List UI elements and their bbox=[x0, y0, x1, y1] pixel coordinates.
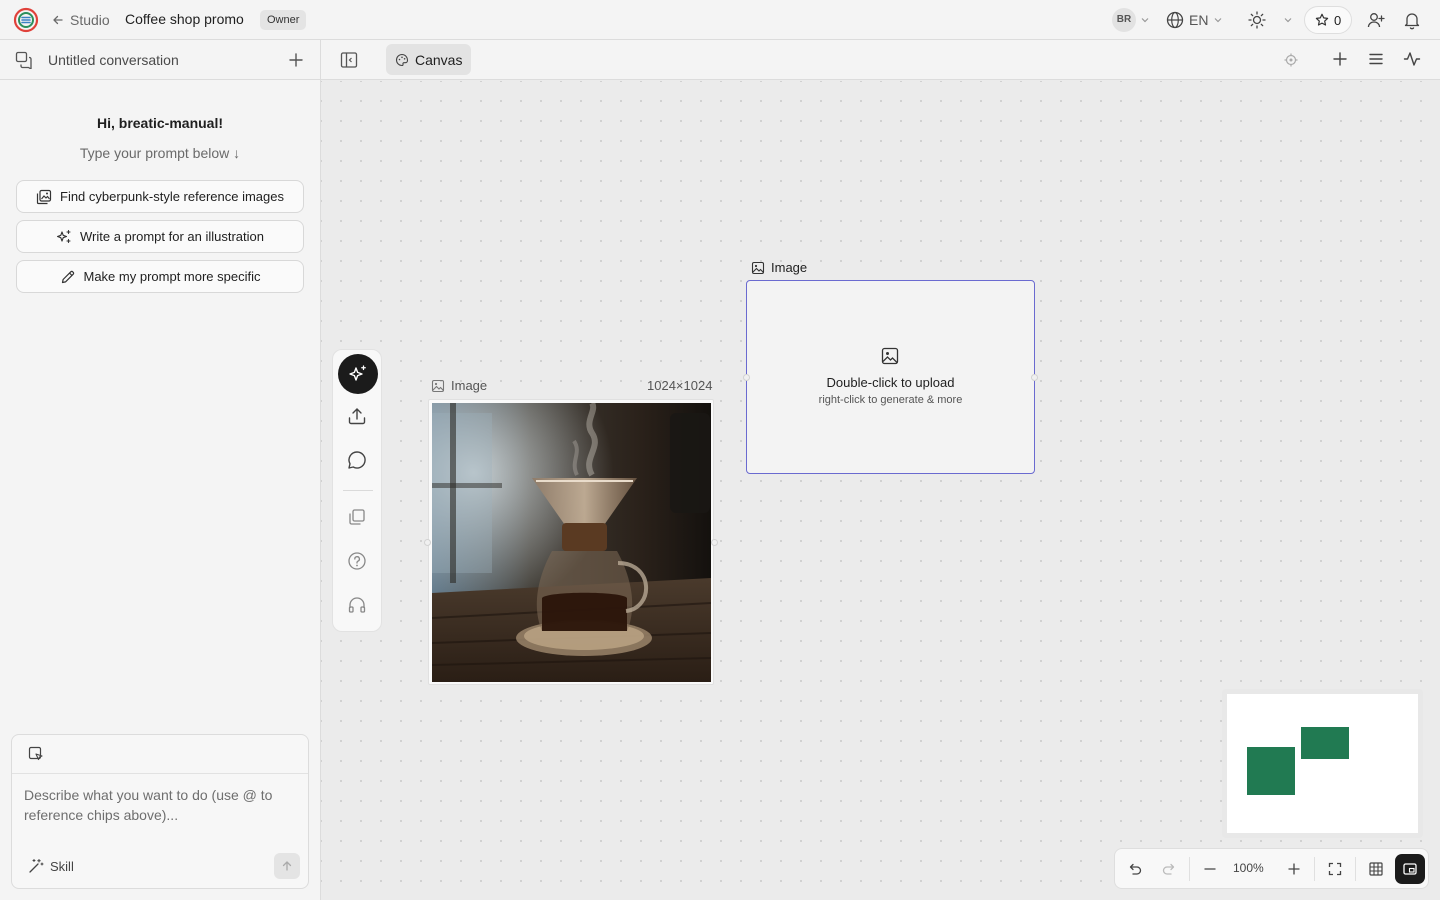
image-node[interactable] bbox=[428, 399, 714, 685]
zoom-out-icon[interactable] bbox=[1202, 861, 1218, 877]
image-dimensions: 1024×1024 bbox=[647, 378, 713, 393]
suggestion-button[interactable]: Make my prompt more specific bbox=[16, 260, 304, 293]
prompt-input[interactable]: Describe what you want to do (use @ to r… bbox=[24, 785, 294, 825]
conversation-title[interactable]: Untitled conversation bbox=[48, 52, 179, 68]
toolbar-divider bbox=[1314, 857, 1315, 881]
arrow-up-icon bbox=[281, 860, 293, 872]
fit-screen-icon[interactable] bbox=[1327, 861, 1343, 877]
tab-canvas[interactable]: Canvas bbox=[386, 44, 472, 75]
app-logo-icon[interactable] bbox=[12, 6, 40, 34]
minimap-node bbox=[1247, 747, 1295, 795]
avatar: BR bbox=[1112, 8, 1136, 32]
user-menu[interactable]: BR bbox=[1112, 8, 1150, 32]
undo-icon[interactable] bbox=[1127, 861, 1143, 877]
tab-canvas-label: Canvas bbox=[415, 51, 463, 68]
chevron-down-icon bbox=[1213, 15, 1223, 25]
conversation-header: Untitled conversation bbox=[0, 40, 320, 80]
prompt-composer: Describe what you want to do (use @ to r… bbox=[11, 734, 309, 889]
toolbar-divider bbox=[1355, 857, 1356, 881]
star-icon bbox=[1315, 13, 1329, 27]
image-node-label[interactable]: Image bbox=[751, 260, 807, 275]
minimap[interactable] bbox=[1222, 689, 1423, 838]
activity-icon[interactable] bbox=[1403, 50, 1421, 68]
back-label: Studio bbox=[70, 12, 110, 28]
redo-icon[interactable] bbox=[1161, 861, 1177, 877]
suggestion-label: Make my prompt more specific bbox=[83, 269, 261, 284]
new-conversation-icon[interactable] bbox=[287, 51, 305, 69]
sparkles-icon bbox=[348, 364, 368, 384]
project-title[interactable]: Coffee shop promo bbox=[125, 11, 244, 27]
image-node-label[interactable]: Image bbox=[431, 378, 487, 393]
connector-handle[interactable] bbox=[424, 539, 431, 546]
skill-label: Skill bbox=[50, 858, 74, 874]
locate-icon[interactable] bbox=[1283, 52, 1299, 68]
sidebar-toggle-icon[interactable] bbox=[340, 51, 358, 69]
globe-icon bbox=[1166, 11, 1184, 29]
zoom-toolbar: 100% bbox=[1114, 848, 1429, 889]
empty-image-node[interactable]: Double-click to upload right-click to ge… bbox=[746, 280, 1035, 474]
menu-icon[interactable] bbox=[1367, 50, 1385, 68]
arrow-left-icon bbox=[52, 14, 64, 26]
minimap-node bbox=[1301, 727, 1349, 759]
minimap-toggle-button[interactable] bbox=[1395, 854, 1425, 884]
image-search-icon bbox=[36, 189, 52, 205]
magic-wand-icon bbox=[28, 858, 44, 874]
suggestion-label: Find cyberpunk-style reference images bbox=[60, 189, 284, 204]
role-badge: Owner bbox=[260, 10, 307, 30]
invite-user-icon[interactable] bbox=[1366, 10, 1386, 30]
suggestion-label: Write a prompt for an illustration bbox=[80, 229, 264, 244]
help-icon[interactable] bbox=[345, 549, 369, 573]
upload-instruction: Double-click to upload bbox=[826, 375, 955, 390]
add-node-icon[interactable] bbox=[1331, 50, 1349, 68]
composer-chips-bar bbox=[12, 735, 308, 774]
sparkles-icon bbox=[56, 229, 72, 245]
sun-icon bbox=[1247, 10, 1267, 30]
connector-handle[interactable] bbox=[1031, 374, 1038, 381]
rail-divider bbox=[343, 490, 373, 491]
pencil-icon bbox=[60, 269, 76, 285]
conversations-icon[interactable] bbox=[15, 51, 33, 69]
coffee-photo bbox=[432, 403, 711, 682]
toolbar-divider bbox=[1189, 857, 1190, 881]
image-icon bbox=[431, 379, 445, 393]
comment-icon[interactable] bbox=[345, 448, 369, 472]
image-node-title: Image bbox=[771, 260, 808, 275]
image-icon bbox=[751, 261, 765, 275]
ai-generate-button[interactable] bbox=[338, 354, 378, 394]
upload-hint: right-click to generate & more bbox=[818, 394, 963, 406]
connector-handle[interactable] bbox=[711, 539, 718, 546]
language-selector[interactable]: EN bbox=[1166, 10, 1223, 30]
chat-sidebar: Untitled conversation Hi, breatic-manual… bbox=[0, 40, 321, 900]
send-button[interactable] bbox=[274, 853, 300, 879]
back-to-studio-link[interactable]: Studio bbox=[52, 11, 110, 29]
star-count: 0 bbox=[1334, 12, 1342, 28]
greeting-subtitle: Type your prompt below ↓ bbox=[79, 145, 241, 161]
language-label: EN bbox=[1189, 12, 1209, 28]
star-button[interactable]: 0 bbox=[1304, 6, 1353, 34]
grid-icon[interactable] bbox=[1368, 861, 1384, 877]
greeting: Hi, breatic-manual! bbox=[96, 115, 224, 131]
image-placeholder-icon bbox=[881, 347, 899, 365]
top-bar: Studio Coffee shop promo Owner BR EN 0 bbox=[0, 0, 1440, 40]
assets-icon[interactable] bbox=[345, 505, 369, 529]
upload-icon[interactable] bbox=[345, 404, 369, 428]
canvas-header: Canvas bbox=[321, 40, 1440, 80]
bell-icon[interactable] bbox=[1402, 10, 1422, 30]
chevron-down-icon bbox=[1140, 15, 1150, 25]
suggestion-button[interactable]: Write a prompt for an illustration bbox=[16, 220, 304, 253]
skill-button[interactable]: Skill bbox=[28, 858, 74, 874]
zoom-in-icon[interactable] bbox=[1286, 861, 1302, 877]
connector-handle[interactable] bbox=[743, 374, 750, 381]
canvas-area[interactable]: Image 1024×1024 Image Double-click to up… bbox=[321, 81, 1440, 900]
palette-icon bbox=[395, 53, 409, 67]
add-reference-icon[interactable] bbox=[28, 746, 44, 762]
chevron-down-icon bbox=[1283, 15, 1293, 25]
headphones-icon[interactable] bbox=[345, 593, 369, 617]
tool-rail bbox=[332, 349, 382, 632]
theme-toggle[interactable] bbox=[1247, 10, 1293, 30]
suggestion-button[interactable]: Find cyberpunk-style reference images bbox=[16, 180, 304, 213]
minimap-icon bbox=[1402, 861, 1418, 877]
image-node-title: Image bbox=[451, 378, 488, 393]
zoom-level[interactable]: 100% bbox=[1233, 861, 1264, 875]
